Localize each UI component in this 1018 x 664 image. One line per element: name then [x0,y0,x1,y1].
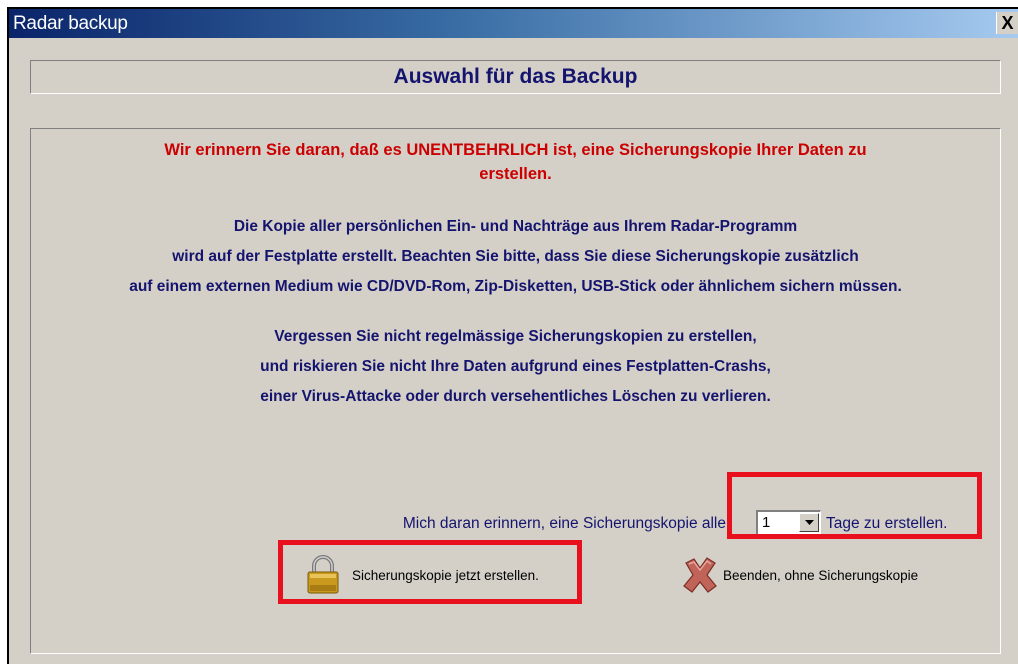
info-line-3: auf einem externen Medium wie CD/DVD-Rom… [129,278,902,295]
info-line-2: wird auf der Festplatte erstellt. Beacht… [172,248,859,265]
header-panel: Auswahl für das Backup [30,60,1001,94]
title-bar[interactable]: Radar backup X [9,9,1018,38]
red-x-icon [679,555,721,595]
highlight-backup-button [278,540,582,604]
reminder-line-1: Vergessen Sie nicht regelmässige Sicheru… [274,328,757,345]
reminder-line-3: einer Virus-Attacke oder durch versehent… [260,388,771,405]
window-title: Radar backup [13,13,128,34]
highlight-remind-select [727,472,982,539]
warning-line-1: Wir erinnern Sie daran, daß es UNENTBEHR… [164,141,867,159]
page-title: Auswahl für das Backup [393,65,638,88]
close-button[interactable]: X [996,12,1018,34]
warning-message: Wir erinnern Sie daran, daß es UNENTBEHR… [31,138,1000,186]
remind-label: Mich daran erinnern, eine Sicherungskopi… [402,515,726,532]
reminder-line-2: und riskieren Sie nicht Ihre Daten aufgr… [260,358,771,375]
info-paragraph: Die Kopie aller persönlichen Ein- und Na… [31,212,1000,302]
warning-line-2: erstellen. [479,165,552,183]
info-line-1: Die Kopie aller persönlichen Ein- und Na… [233,218,798,235]
close-icon: X [1001,12,1014,33]
exit-without-backup-label: Beenden, ohne Sicherungskopie [723,567,919,583]
exit-without-backup-button[interactable]: Beenden, ohne Sicherungskopie [679,555,979,595]
reminder-paragraph: Vergessen Sie nicht regelmässige Sicheru… [31,322,1000,412]
